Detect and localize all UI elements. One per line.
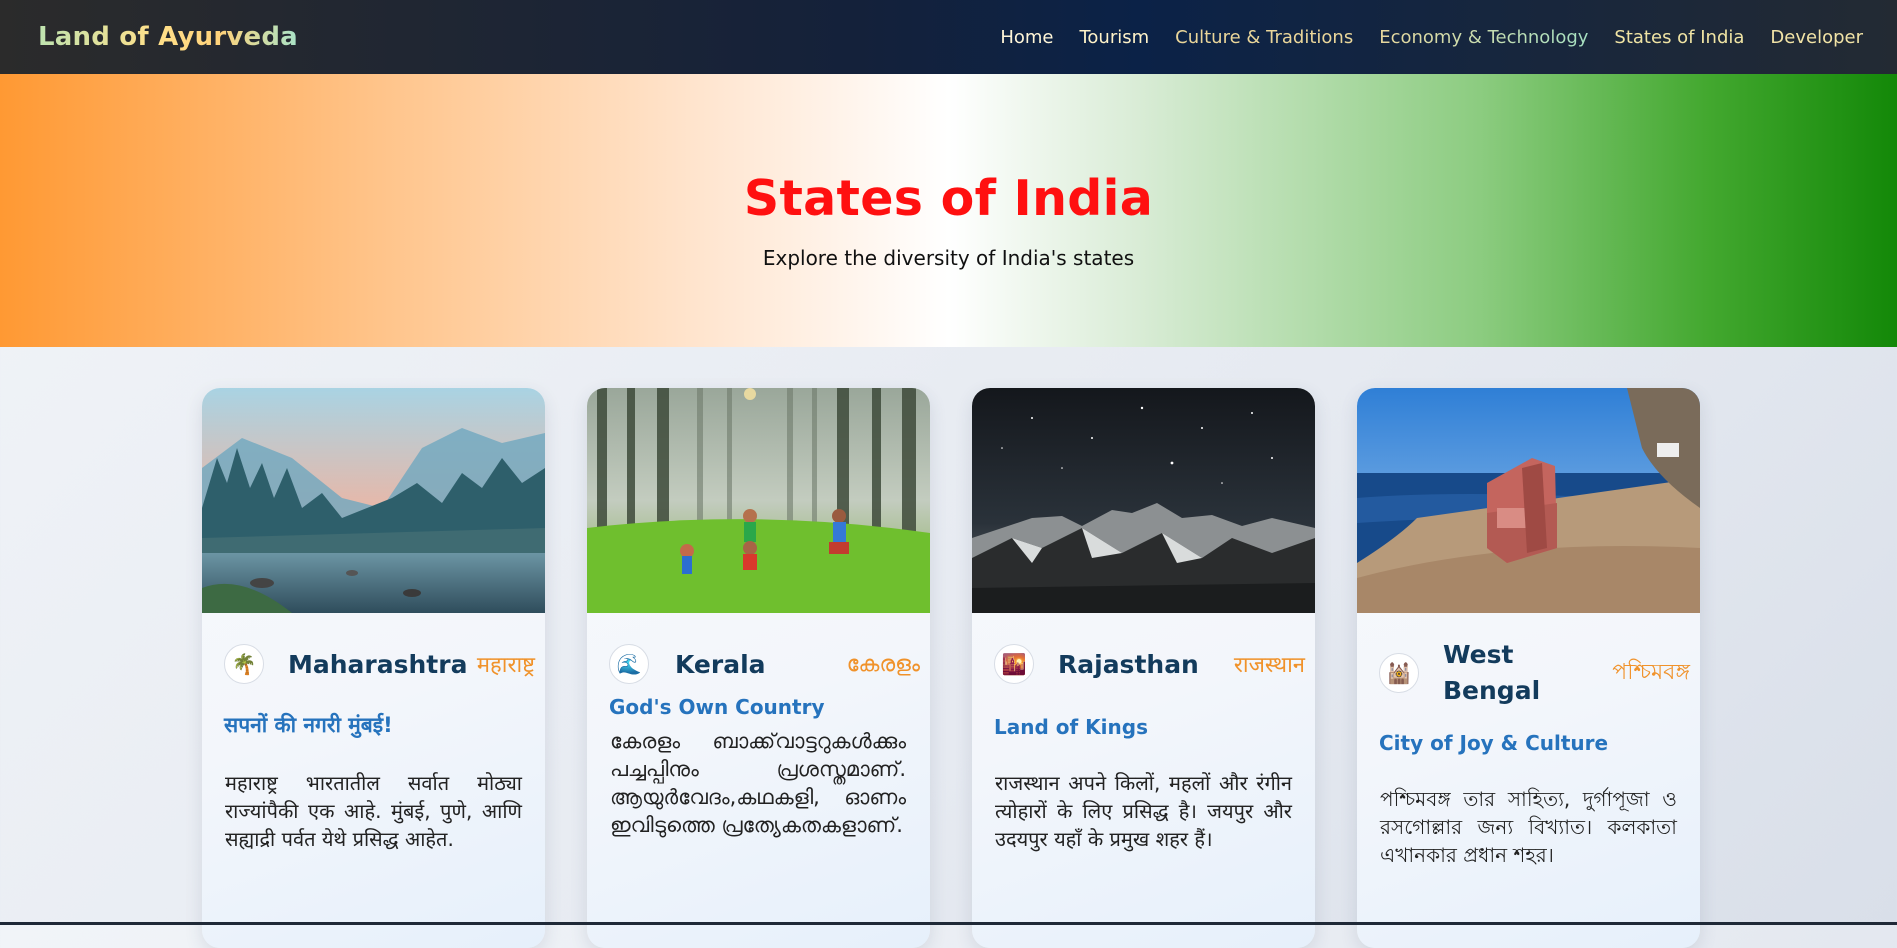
temple-icon: 🕍	[1379, 653, 1419, 693]
page-subtitle: Explore the diversity of India's states	[762, 246, 1135, 270]
navbar: Land of Ayurveda Home Tourism Culture & …	[0, 0, 1897, 74]
card-image-maharashtra	[202, 388, 545, 613]
hero-banner: States of India Explore the diversity of…	[0, 74, 1897, 347]
nav-link-culture[interactable]: Culture & Traditions	[1175, 27, 1353, 48]
card-image-west-bengal	[1357, 388, 1700, 613]
state-card-maharashtra[interactable]: 🌴 Maharashtra महाराष्ट्र सपनों की नगरी म…	[202, 388, 545, 948]
nav-link-tourism[interactable]: Tourism	[1079, 27, 1149, 48]
page-title: States of India	[743, 170, 1154, 227]
state-native-name: राजस्थान	[1233, 653, 1305, 678]
state-native-name: পশ্চিমবঙ্গ	[1612, 659, 1690, 685]
card-image-kerala	[587, 388, 930, 613]
state-cards: 🌴 Maharashtra महाराष्ट्र सपनों की नगरी म…	[202, 388, 1700, 948]
state-card-kerala[interactable]: 🌊 Kerala കേരളം God's Own Country കേരളം ബ…	[587, 388, 930, 948]
palm-tree-icon: 🌴	[224, 644, 264, 684]
card-header: 🌴 Maharashtra महाराष्ट्र	[202, 643, 545, 685]
card-header: 🌊 Kerala കേരളം	[587, 643, 930, 685]
state-description: পশ্চিমবঙ্গ তার সাহিত্য, দুর্গাপূজা ও রসগ…	[1380, 787, 1677, 867]
state-card-west-bengal[interactable]: 🕍 West Bengal পশ্চিমবঙ্গ City of Joy & C…	[1357, 388, 1700, 948]
nav-links: Home Tourism Culture & Traditions Econom…	[1000, 27, 1863, 48]
state-name: West Bengal	[1443, 640, 1541, 705]
nav-link-developer[interactable]: Developer	[1770, 27, 1863, 48]
wave-icon: 🌊	[609, 644, 649, 684]
state-name: Kerala	[675, 649, 766, 679]
state-description: राजस्थान अपने किलों, महलों और रंगीन त्यो…	[995, 771, 1292, 851]
state-tagline: Land of Kings	[994, 715, 1148, 739]
state-tagline: God's Own Country	[609, 695, 825, 719]
card-header: 🌇 Rajasthan राजस्थान	[972, 643, 1315, 685]
state-tagline: City of Joy & Culture	[1379, 731, 1609, 755]
state-native-name: महाराष्ट्र	[476, 653, 535, 678]
sunset-icon: 🌇	[994, 644, 1034, 684]
card-image-rajasthan	[972, 388, 1315, 613]
nav-link-home[interactable]: Home	[1000, 27, 1053, 48]
card-header: 🕍 West Bengal পশ্চিমবঙ্গ	[1357, 640, 1700, 705]
state-description: महाराष्ट्र भारतातील सर्वात मोठ्या राज्या…	[225, 771, 522, 851]
nav-link-economy[interactable]: Economy & Technology	[1379, 27, 1588, 48]
state-name: Rajasthan	[1058, 649, 1199, 679]
state-name: Maharashtra	[288, 649, 468, 679]
state-tagline: सपनों की नगरी मुंबई!	[224, 713, 393, 737]
state-card-rajasthan[interactable]: 🌇 Rajasthan राजस्थान Land of Kings राजस्…	[972, 388, 1315, 948]
nav-link-states[interactable]: States of India	[1614, 27, 1744, 48]
state-description: കേരളം ബാക്ക്‌വാട്ടറുകൾക്കും പച്ചപ്പിനും …	[610, 729, 906, 837]
state-native-name: കേരളം	[846, 651, 920, 677]
brand-logo[interactable]: Land of Ayurveda	[38, 22, 298, 52]
